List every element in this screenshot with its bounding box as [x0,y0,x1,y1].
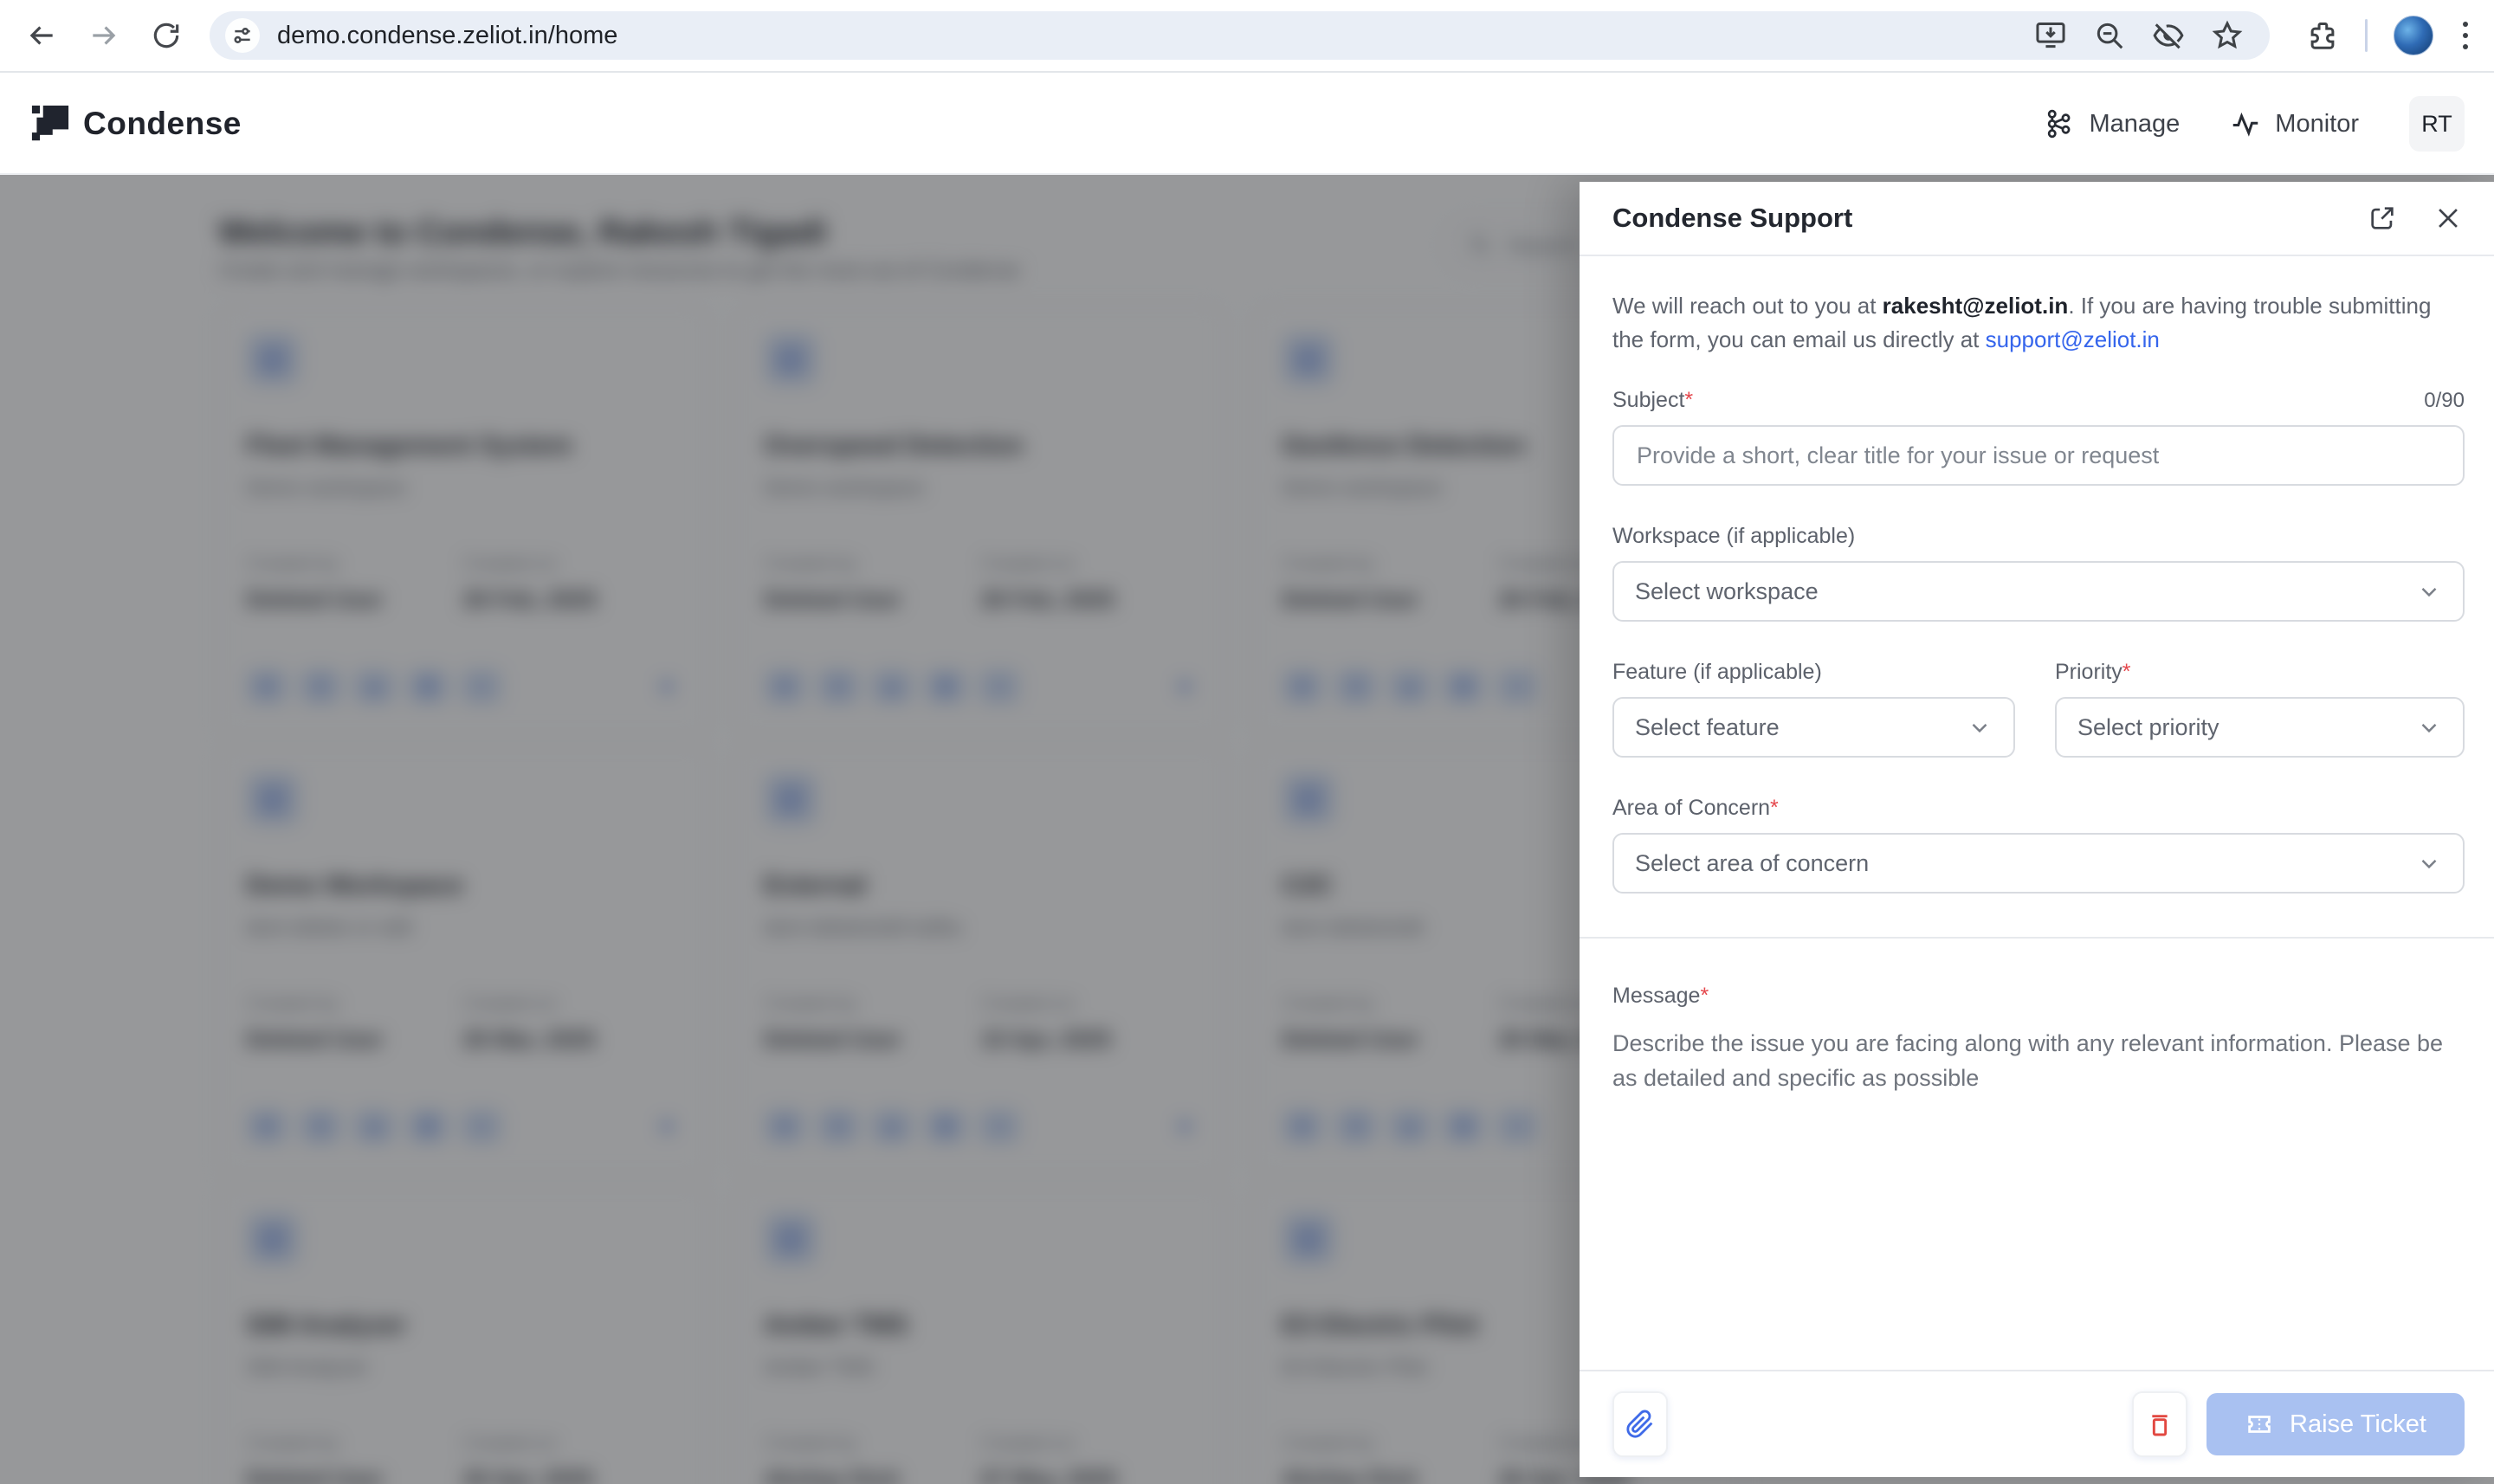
support-panel: Condense Support We will reach out to yo… [1580,182,2494,1477]
zoom-out-icon[interactable] [2093,19,2126,52]
message-label: Message* [1612,984,1709,1008]
priority-label: Priority* [2055,660,2131,684]
reload-icon[interactable] [147,16,185,55]
message-textarea[interactable] [1612,1026,2465,1312]
support-email-link[interactable]: support@zeliot.in [1986,326,2160,352]
activity-monitor-icon [2233,112,2258,137]
nav-manage-label: Manage [2089,109,2181,138]
brand-name: Condense [83,106,242,141]
back-icon[interactable] [23,16,61,55]
support-form: We will reach out to you at rakesht@zeli… [1580,256,2494,1370]
subject-char-counter: 0/90 [2424,389,2465,412]
trash-icon [2152,1415,2168,1436]
browser-toolbar: demo.condense.zeliot.in/home [0,0,2494,73]
page: Welcome to Condense, Rakesh Tigadi Creat… [0,175,2494,1484]
chevron-down-icon [2421,859,2437,869]
feature-label: Feature (if applicable) [1612,660,1822,684]
eye-off-icon[interactable] [2152,19,2185,52]
toolbar-separator [2365,19,2368,52]
discard-button[interactable] [2132,1391,2188,1457]
paperclip-icon [1626,1410,1653,1438]
area-of-concern-select[interactable]: Select area of concern [1612,833,2465,894]
site-settings-icon[interactable] [225,18,260,53]
nav-monitor[interactable]: Monitor [2230,108,2359,139]
browser-menu-icon[interactable] [2459,18,2471,53]
chevron-down-icon [2421,587,2437,597]
priority-select[interactable]: Select priority [2055,697,2465,758]
raise-ticket-button[interactable]: Raise Ticket [2206,1393,2465,1455]
subject-input[interactable] [1612,425,2465,486]
support-panel-header: Condense Support [1580,182,2494,256]
browser-profile-avatar[interactable] [2394,16,2433,55]
section-divider [1580,937,2494,939]
bookmark-star-icon[interactable] [2211,19,2244,52]
close-icon[interactable] [2432,202,2465,235]
condense-logo-icon [31,105,69,141]
workspace-label: Workspace (if applicable) [1612,524,1856,548]
support-panel-footer: Raise Ticket [1580,1370,2494,1477]
raise-ticket-label: Raise Ticket [2290,1410,2426,1438]
support-panel-title: Condense Support [1612,203,1853,233]
chevron-down-icon [1972,723,1987,733]
nav-monitor-label: Monitor [2275,109,2359,138]
open-external-icon[interactable] [2366,202,2399,235]
url-bar[interactable]: demo.condense.zeliot.in/home [210,11,2270,60]
app-header: Condense Manage Monitor RT [0,74,2494,175]
chevron-down-icon [2421,723,2437,733]
feature-select[interactable]: Select feature [1612,697,2015,758]
kafka-manage-icon [2048,109,2071,139]
nav-manage[interactable]: Manage [2044,108,2180,139]
subject-label: Subject* [1612,388,1694,412]
url-text[interactable]: demo.condense.zeliot.in/home [277,22,2034,50]
extensions-icon[interactable] [2306,19,2339,52]
user-email: rakesht@zeliot.in [1882,293,2069,319]
user-avatar[interactable]: RT [2409,96,2465,152]
support-intro: We will reach out to you at rakesht@zeli… [1612,293,2432,352]
area-of-concern-label: Area of Concern* [1612,796,1779,820]
install-app-icon[interactable] [2034,19,2067,52]
brand[interactable]: Condense [31,105,242,143]
forward-icon[interactable] [85,16,123,55]
ticket-icon [2248,1416,2271,1433]
workspace-select[interactable]: Select workspace [1612,561,2465,622]
attach-file-button[interactable] [1612,1391,1668,1457]
